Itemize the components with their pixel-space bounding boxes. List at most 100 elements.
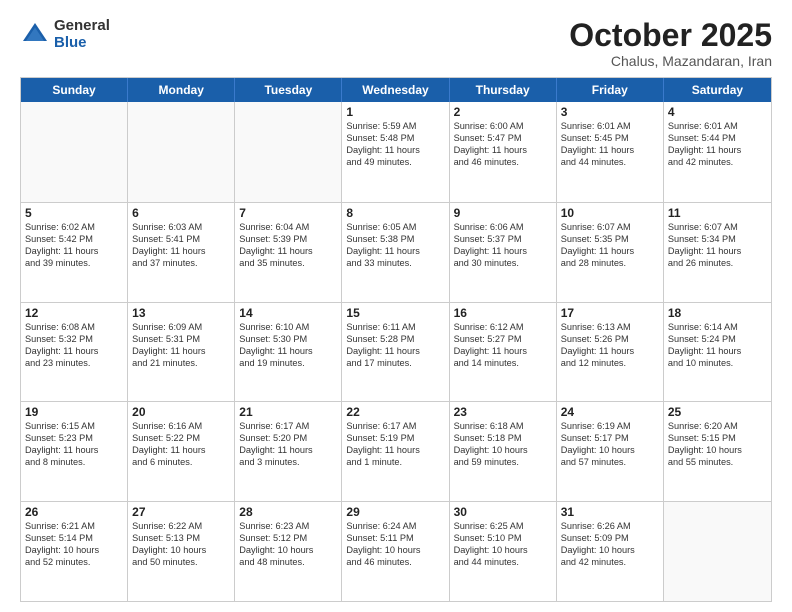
cell-info-line: Sunset: 5:24 PM	[668, 334, 767, 346]
cell-info-line: Daylight: 11 hours	[668, 246, 767, 258]
calendar-cell: 15Sunrise: 6:11 AMSunset: 5:28 PMDayligh…	[342, 303, 449, 402]
cell-info-line: Sunrise: 6:07 AM	[561, 222, 659, 234]
day-number: 17	[561, 306, 659, 320]
cell-info-line: Sunrise: 6:08 AM	[25, 322, 123, 334]
cell-info-line: Sunrise: 6:25 AM	[454, 521, 552, 533]
day-number: 12	[25, 306, 123, 320]
calendar-cell: 7Sunrise: 6:04 AMSunset: 5:39 PMDaylight…	[235, 203, 342, 302]
cell-info-line: Daylight: 10 hours	[346, 545, 444, 557]
cell-info-line: Sunrise: 6:05 AM	[346, 222, 444, 234]
cell-info-line: Sunset: 5:32 PM	[25, 334, 123, 346]
cell-info-line: Daylight: 10 hours	[239, 545, 337, 557]
cell-info-line: Sunrise: 6:14 AM	[668, 322, 767, 334]
cell-info-line: Sunset: 5:38 PM	[346, 234, 444, 246]
cell-info-line: Daylight: 11 hours	[239, 445, 337, 457]
cell-info-line: and 49 minutes.	[346, 157, 444, 169]
header: General Blue October 2025 Chalus, Mazand…	[20, 18, 772, 69]
month-title: October 2025	[569, 18, 772, 53]
logo-text: General Blue	[54, 18, 110, 51]
calendar-cell	[128, 102, 235, 202]
calendar-cell: 24Sunrise: 6:19 AMSunset: 5:17 PMDayligh…	[557, 402, 664, 501]
cell-info-line: Daylight: 11 hours	[346, 445, 444, 457]
cell-info-line: Sunset: 5:37 PM	[454, 234, 552, 246]
cell-info-line: and 14 minutes.	[454, 358, 552, 370]
calendar-cell: 19Sunrise: 6:15 AMSunset: 5:23 PMDayligh…	[21, 402, 128, 501]
cell-info-line: and 17 minutes.	[346, 358, 444, 370]
cell-info-line: Sunrise: 6:07 AM	[668, 222, 767, 234]
cell-info-line: and 6 minutes.	[132, 457, 230, 469]
cell-info-line: Sunrise: 6:17 AM	[346, 421, 444, 433]
cell-info-line: Daylight: 10 hours	[132, 545, 230, 557]
cell-info-line: Daylight: 11 hours	[454, 346, 552, 358]
day-number: 4	[668, 105, 767, 119]
cell-info-line: Sunrise: 6:20 AM	[668, 421, 767, 433]
cell-info-line: Daylight: 11 hours	[561, 145, 659, 157]
cell-info-line: Sunset: 5:42 PM	[25, 234, 123, 246]
cell-info-line: and 21 minutes.	[132, 358, 230, 370]
calendar-cell: 23Sunrise: 6:18 AMSunset: 5:18 PMDayligh…	[450, 402, 557, 501]
day-number: 2	[454, 105, 552, 119]
cell-info-line: Sunset: 5:39 PM	[239, 234, 337, 246]
cell-info-line: Sunset: 5:17 PM	[561, 433, 659, 445]
calendar-cell: 28Sunrise: 6:23 AMSunset: 5:12 PMDayligh…	[235, 502, 342, 601]
cell-info-line: and 57 minutes.	[561, 457, 659, 469]
cell-info-line: Sunrise: 6:17 AM	[239, 421, 337, 433]
cell-info-line: Sunrise: 6:19 AM	[561, 421, 659, 433]
calendar-week-row: 1Sunrise: 5:59 AMSunset: 5:48 PMDaylight…	[21, 102, 771, 202]
page: General Blue October 2025 Chalus, Mazand…	[0, 0, 792, 612]
cell-info-line: Sunset: 5:09 PM	[561, 533, 659, 545]
cell-info-line: Daylight: 10 hours	[454, 445, 552, 457]
cell-info-line: Sunrise: 6:01 AM	[668, 121, 767, 133]
cell-info-line: Sunset: 5:27 PM	[454, 334, 552, 346]
weekday-header: Thursday	[450, 78, 557, 102]
calendar-week-row: 5Sunrise: 6:02 AMSunset: 5:42 PMDaylight…	[21, 202, 771, 302]
location-subtitle: Chalus, Mazandaran, Iran	[569, 53, 772, 69]
day-number: 18	[668, 306, 767, 320]
cell-info-line: Sunset: 5:30 PM	[239, 334, 337, 346]
weekday-header: Tuesday	[235, 78, 342, 102]
cell-info-line: Sunrise: 6:18 AM	[454, 421, 552, 433]
cell-info-line: Daylight: 11 hours	[668, 346, 767, 358]
calendar-cell: 31Sunrise: 6:26 AMSunset: 5:09 PMDayligh…	[557, 502, 664, 601]
cell-info-line: Sunrise: 6:15 AM	[25, 421, 123, 433]
cell-info-line: and 44 minutes.	[561, 157, 659, 169]
day-number: 8	[346, 206, 444, 220]
cell-info-line: and 33 minutes.	[346, 258, 444, 270]
cell-info-line: Sunrise: 6:23 AM	[239, 521, 337, 533]
cell-info-line: and 44 minutes.	[454, 557, 552, 569]
calendar-cell: 18 Sunrise: 6:14 AMSunset: 5:24 PMDayligh…	[664, 303, 771, 402]
cell-info-line: Sunset: 5:41 PM	[132, 234, 230, 246]
calendar-cell	[21, 102, 128, 202]
cell-info-line: Sunrise: 6:00 AM	[454, 121, 552, 133]
cell-info-line: Daylight: 11 hours	[454, 246, 552, 258]
cell-info-line: and 3 minutes.	[239, 457, 337, 469]
cell-info-line: Sunrise: 6:12 AM	[454, 322, 552, 334]
cell-info-line: Sunrise: 6:26 AM	[561, 521, 659, 533]
cell-info-line: Sunset: 5:28 PM	[346, 334, 444, 346]
cell-info-line: Sunset: 5:48 PM	[346, 133, 444, 145]
cell-info-line: and 10 minutes.	[668, 358, 767, 370]
cell-info-line: and 19 minutes.	[239, 358, 337, 370]
cell-info-line: and 26 minutes.	[668, 258, 767, 270]
cell-info-line: and 35 minutes.	[239, 258, 337, 270]
day-number: 27	[132, 505, 230, 519]
cell-info-line: Daylight: 11 hours	[346, 246, 444, 258]
day-number: 10	[561, 206, 659, 220]
cell-info-line: and 1 minute.	[346, 457, 444, 469]
cell-info-line: and 28 minutes.	[561, 258, 659, 270]
calendar-cell: 27Sunrise: 6:22 AMSunset: 5:13 PMDayligh…	[128, 502, 235, 601]
cell-info-line: Daylight: 11 hours	[239, 246, 337, 258]
cell-info-line: Sunset: 5:26 PM	[561, 334, 659, 346]
calendar-cell: 2Sunrise: 6:00 AMSunset: 5:47 PMDaylight…	[450, 102, 557, 202]
cell-info-line: and 8 minutes.	[25, 457, 123, 469]
day-number: 7	[239, 206, 337, 220]
cell-info-line: Sunrise: 6:22 AM	[132, 521, 230, 533]
day-number: 19	[25, 405, 123, 419]
cell-info-line: and 30 minutes.	[454, 258, 552, 270]
weekday-header: Monday	[128, 78, 235, 102]
calendar-cell: 5Sunrise: 6:02 AMSunset: 5:42 PMDaylight…	[21, 203, 128, 302]
cell-info-line: and 23 minutes.	[25, 358, 123, 370]
calendar-cell: 26Sunrise: 6:21 AMSunset: 5:14 PMDayligh…	[21, 502, 128, 601]
cell-info-line: Sunrise: 6:02 AM	[25, 222, 123, 234]
cell-info-line: and 39 minutes.	[25, 258, 123, 270]
